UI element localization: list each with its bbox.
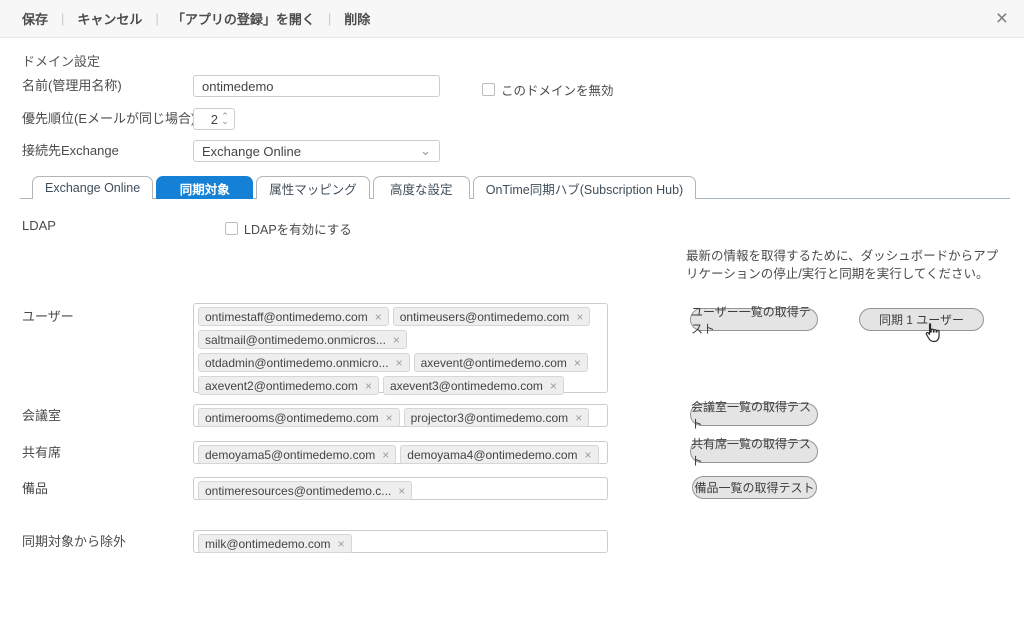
open-app-registration-button[interactable]: 「アプリの登録」を開く bbox=[172, 9, 315, 28]
toolbar-separator: | bbox=[155, 11, 158, 26]
tag: axevent@ontimedemo.com × bbox=[414, 353, 588, 372]
exchange-select[interactable]: Exchange Online ⌄ bbox=[193, 140, 440, 162]
tag-remove-icon[interactable]: × bbox=[375, 310, 382, 324]
tag-remove-icon[interactable]: × bbox=[550, 379, 557, 393]
rooms-tag-input[interactable]: ontimerooms@ontimedemo.com×projector3@on… bbox=[193, 404, 608, 427]
tab-advanced-settings[interactable]: 高度な設定 bbox=[373, 176, 470, 199]
tag-label: ontimeusers@ontimedemo.com bbox=[400, 310, 570, 324]
toolbar-separator: | bbox=[328, 11, 331, 26]
ldap-checkbox-label: LDAPを有効にする bbox=[244, 219, 352, 238]
fetch-resources-test-button[interactable]: 備品一覧の取得テスト bbox=[692, 476, 817, 499]
save-button[interactable]: 保存 bbox=[22, 9, 48, 28]
tag: ontimeresources@ontimedemo.c... × bbox=[198, 481, 412, 500]
disable-domain-checkbox[interactable] bbox=[482, 83, 495, 96]
name-label: 名前(管理用名称) bbox=[22, 75, 122, 97]
tag-label: axevent3@ontimedemo.com bbox=[390, 379, 543, 393]
tag-label: axevent@ontimedemo.com bbox=[421, 356, 567, 370]
resources-tag-input[interactable]: ontimeresources@ontimedemo.c... × bbox=[193, 477, 608, 500]
tag-remove-icon[interactable]: × bbox=[386, 411, 393, 425]
priority-field: ⌃⌄ bbox=[193, 108, 235, 130]
tab-sync-target[interactable]: 同期対象 bbox=[156, 176, 253, 199]
tag-remove-icon[interactable]: × bbox=[576, 310, 583, 324]
tag: milk@ontimedemo.com × bbox=[198, 534, 352, 553]
tag-remove-icon[interactable]: × bbox=[382, 448, 389, 462]
resources-label: 備品 bbox=[22, 478, 48, 500]
tag: demoyama4@ontimedemo.com × bbox=[400, 445, 598, 464]
tag: ontimerooms@ontimedemo.com × bbox=[198, 408, 400, 427]
tag-label: projector3@ontimedemo.com bbox=[411, 411, 569, 425]
seats-label: 共有席 bbox=[22, 442, 61, 464]
disable-domain-checkbox-group: このドメインを無効 bbox=[482, 80, 614, 99]
users-label: ユーザー bbox=[22, 306, 74, 328]
tag-remove-icon[interactable]: × bbox=[365, 379, 372, 393]
tag: saltmail@ontimedemo.onmicros... × bbox=[198, 330, 407, 349]
exchange-label: 接続先Exchange bbox=[22, 140, 119, 162]
priority-label: 優先順位(Eメールが同じ場合) bbox=[22, 108, 195, 130]
tag-label: milk@ontimedemo.com bbox=[205, 537, 331, 551]
tag-remove-icon[interactable]: × bbox=[396, 356, 403, 370]
tag-remove-icon[interactable]: × bbox=[585, 448, 592, 462]
tag: ontimestaff@ontimedemo.com × bbox=[198, 307, 389, 326]
tag-label: saltmail@ontimedemo.onmicros... bbox=[205, 333, 386, 347]
tab-exchange-online[interactable]: Exchange Online bbox=[32, 176, 153, 199]
tag-label: axevent2@ontimedemo.com bbox=[205, 379, 358, 393]
exclude-label: 同期対象から除外 bbox=[22, 531, 126, 553]
ldap-checkbox-group: LDAPを有効にする bbox=[225, 219, 352, 238]
disable-domain-label: このドメインを無効 bbox=[501, 80, 614, 99]
delete-button[interactable]: 削除 bbox=[344, 9, 370, 28]
domain-settings-dialog: 保存 | キャンセル | 「アプリの登録」を開く | 削除 × ドメイン設定 名… bbox=[0, 0, 1024, 631]
sync-notice-line2: リケーションの停止/実行と同期を実行してください。 bbox=[686, 265, 1022, 283]
sync-notice: 最新の情報を取得するために、ダッシュボードからアプ リケーションの停止/実行と同… bbox=[686, 247, 1022, 283]
tag: axevent2@ontimedemo.com × bbox=[198, 376, 379, 395]
stepper-down-icon[interactable]: ⌄ bbox=[221, 119, 229, 124]
tag-remove-icon[interactable]: × bbox=[393, 333, 400, 347]
cancel-button[interactable]: キャンセル bbox=[77, 9, 142, 28]
tag-label: otdadmin@ontimedemo.onmicro... bbox=[205, 356, 389, 370]
users-tag-input[interactable]: ontimestaff@ontimedemo.com×ontimeusers@o… bbox=[193, 303, 608, 393]
tag: axevent3@ontimedemo.com × bbox=[383, 376, 564, 395]
rooms-label: 会議室 bbox=[22, 405, 61, 427]
fetch-users-test-button[interactable]: ユーザー一覧の取得テスト bbox=[690, 308, 818, 331]
tag-label: ontimerooms@ontimedemo.com bbox=[205, 411, 379, 425]
ldap-label: LDAP bbox=[22, 215, 56, 237]
priority-stepper[interactable]: ⌃⌄ bbox=[218, 114, 232, 124]
tag: ontimeusers@ontimedemo.com × bbox=[393, 307, 591, 326]
tab-attribute-mapping[interactable]: 属性マッピング bbox=[256, 176, 370, 199]
tag-label: ontimestaff@ontimedemo.com bbox=[205, 310, 368, 324]
mouse-pointer-cursor bbox=[921, 321, 943, 345]
tag-remove-icon[interactable]: × bbox=[575, 411, 582, 425]
tab-subscription-hub[interactable]: OnTime同期ハブ(Subscription Hub) bbox=[473, 176, 697, 199]
toolbar: 保存 | キャンセル | 「アプリの登録」を開く | 削除 bbox=[0, 0, 1024, 38]
sync-notice-line1: 最新の情報を取得するために、ダッシュボードからアプ bbox=[686, 247, 1022, 265]
fetch-seats-test-button[interactable]: 共有席一覧の取得テスト bbox=[690, 440, 818, 463]
tag-label: ontimeresources@ontimedemo.c... bbox=[205, 484, 391, 498]
tag: projector3@ontimedemo.com × bbox=[404, 408, 590, 427]
tag-label: demoyama4@ontimedemo.com bbox=[407, 448, 577, 462]
chevron-down-icon: ⌄ bbox=[420, 146, 431, 156]
toolbar-separator: | bbox=[61, 11, 64, 26]
ldap-checkbox[interactable] bbox=[225, 222, 238, 235]
tag-remove-icon[interactable]: × bbox=[574, 356, 581, 370]
fetch-rooms-test-button[interactable]: 会議室一覧の取得テスト bbox=[690, 403, 818, 426]
exchange-select-value: Exchange Online bbox=[202, 144, 301, 159]
tag-label: demoyama5@ontimedemo.com bbox=[205, 448, 375, 462]
close-icon[interactable]: × bbox=[996, 6, 1008, 32]
tag-remove-icon[interactable]: × bbox=[398, 484, 405, 498]
exclude-tag-input[interactable]: milk@ontimedemo.com × bbox=[193, 530, 608, 553]
name-input[interactable] bbox=[193, 75, 440, 97]
tag: demoyama5@ontimedemo.com × bbox=[198, 445, 396, 464]
page-title: ドメイン設定 bbox=[22, 51, 100, 70]
tab-bar: Exchange Online同期対象属性マッピング高度な設定OnTime同期ハ… bbox=[32, 176, 699, 199]
tag-remove-icon[interactable]: × bbox=[338, 537, 345, 551]
priority-input[interactable] bbox=[194, 112, 218, 127]
tag: otdadmin@ontimedemo.onmicro... × bbox=[198, 353, 410, 372]
seats-tag-input[interactable]: demoyama5@ontimedemo.com×demoyama4@ontim… bbox=[193, 441, 608, 464]
